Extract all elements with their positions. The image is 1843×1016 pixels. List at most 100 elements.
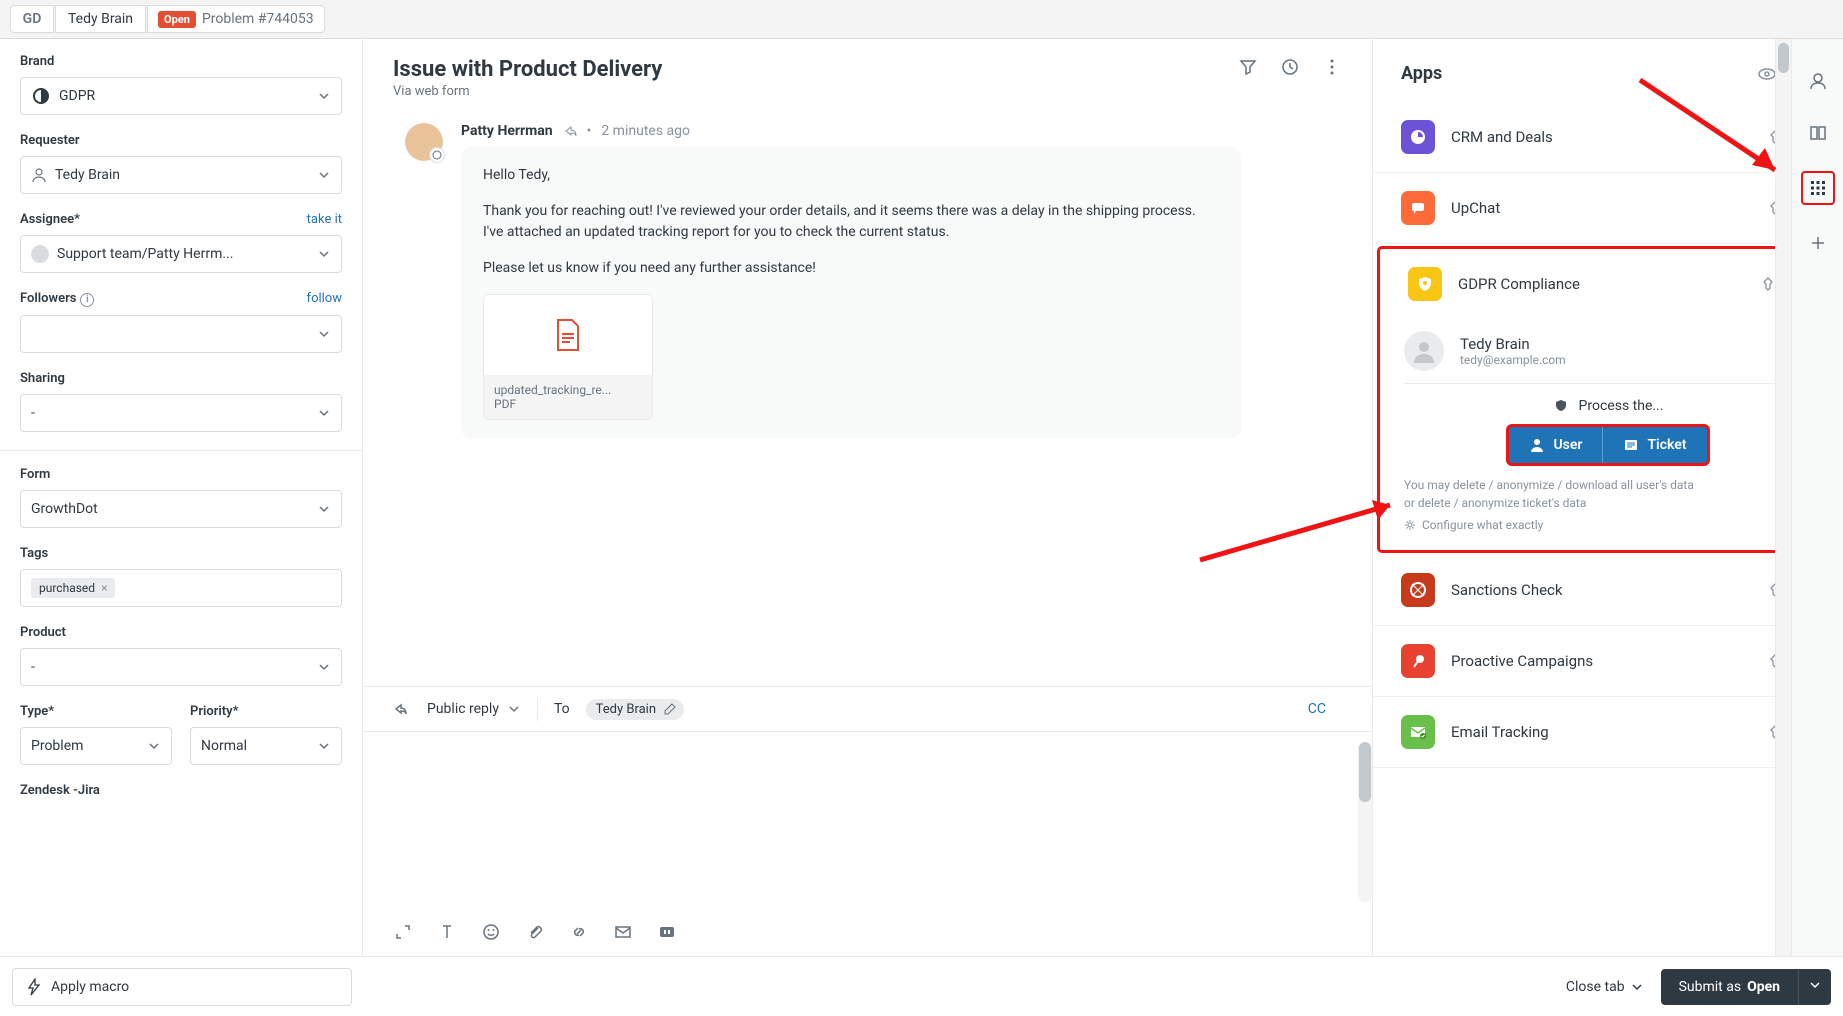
priority-value: Normal: [201, 738, 247, 754]
attachment[interactable]: updated_tracking_re... PDF: [483, 294, 653, 420]
recipient-chip[interactable]: Tedy Brain: [586, 699, 684, 720]
chevron-down-icon: [317, 502, 331, 516]
app-email-tracking[interactable]: Email Tracking: [1373, 697, 1843, 768]
sharing-label: Sharing: [20, 371, 342, 386]
customer-context-icon[interactable]: [1804, 67, 1832, 95]
reply-arrow-icon: [563, 124, 577, 138]
pin-icon[interactable]: [1760, 276, 1776, 292]
lightning-icon: [27, 978, 41, 996]
ticket-tab[interactable]: Open Problem #744053: [147, 5, 325, 33]
message-bubble: Hello Tedy, Thank you for reaching out! …: [461, 147, 1241, 438]
tag-remove-icon[interactable]: ×: [101, 581, 107, 595]
cc-button[interactable]: CC: [1308, 701, 1342, 717]
assignee-avatar: [31, 245, 49, 263]
app-name: Proactive Campaigns: [1451, 652, 1751, 670]
brand-select[interactable]: GDPR: [20, 77, 342, 115]
chevron-down-icon: [317, 660, 331, 674]
knowledge-icon[interactable]: [1804, 119, 1832, 147]
brand-logo-icon: [31, 86, 51, 106]
priority-label: Priority*: [190, 704, 342, 719]
type-select[interactable]: Problem: [20, 727, 172, 765]
app-gdpr[interactable]: GDPR Compliance: [1380, 249, 1836, 319]
apply-macro-button[interactable]: Apply macro: [12, 968, 352, 1006]
tags-input[interactable]: purchased×: [20, 569, 342, 607]
workspace-tab[interactable]: GD: [10, 5, 54, 33]
macro-label: Apply macro: [51, 979, 129, 995]
app-proactive[interactable]: Proactive Campaigns: [1373, 626, 1843, 697]
sharing-select[interactable]: -: [20, 394, 342, 432]
app-sanctions[interactable]: Sanctions Check: [1373, 555, 1843, 626]
email-icon[interactable]: [613, 922, 633, 942]
visibility-icon[interactable]: [1757, 64, 1777, 84]
message-time: 2 minutes ago: [601, 123, 690, 139]
shield-icon: [1553, 398, 1569, 414]
requester-value: Tedy Brain: [55, 167, 120, 183]
upchat-app-icon: [1401, 191, 1435, 225]
user-solid-icon: [1529, 437, 1545, 453]
add-panel-icon[interactable]: [1804, 229, 1832, 257]
form-value: GrowthDot: [31, 501, 98, 517]
filter-icon[interactable]: [1238, 57, 1258, 77]
conversation-pane: Issue with Product Delivery Via web form…: [363, 39, 1373, 956]
apps-panel: Apps CRM and Deals UpChat: [1373, 39, 1843, 956]
to-label: To: [554, 701, 570, 717]
form-select[interactable]: GrowthDot: [20, 490, 342, 528]
quote-icon[interactable]: [657, 922, 677, 942]
app-upchat[interactable]: UpChat: [1373, 173, 1843, 244]
sanctions-app-icon: [1401, 573, 1435, 607]
app-name: GDPR Compliance: [1458, 275, 1744, 293]
user-icon: [31, 167, 47, 183]
text-format-icon[interactable]: [437, 922, 457, 942]
apps-title: Apps: [1401, 63, 1442, 84]
gdpr-app-icon: [1408, 267, 1442, 301]
assignee-value: Support team/Patty Herrm...: [57, 246, 233, 262]
app-gdpr-panel: GDPR Compliance Tedy Brain tedy@example.…: [1377, 246, 1839, 553]
ticket-source: Via web form: [393, 84, 662, 99]
gdpr-ticket-button[interactable]: Ticket: [1602, 427, 1706, 463]
app-crm[interactable]: CRM and Deals: [1373, 102, 1843, 173]
recipient-name: Tedy Brain: [596, 702, 656, 717]
message-line: Thank you for reaching out! I've reviewe…: [483, 201, 1219, 244]
attachment-icon[interactable]: [525, 922, 545, 942]
author-avatar: [405, 123, 443, 161]
priority-select[interactable]: Normal: [190, 727, 342, 765]
gdpr-user-button[interactable]: User: [1509, 427, 1602, 463]
proactive-app-icon: [1401, 644, 1435, 678]
submit-dropdown[interactable]: [1798, 969, 1831, 1005]
gdpr-configure-link[interactable]: Configure what exactly: [1404, 516, 1812, 534]
status-badge: Open: [158, 11, 196, 28]
edit-icon[interactable]: [664, 703, 676, 715]
more-icon[interactable]: [1322, 57, 1342, 77]
assignee-select[interactable]: Support team/Patty Herrm...: [20, 235, 342, 273]
follow-link[interactable]: follow: [307, 291, 342, 306]
requester-select[interactable]: Tedy Brain: [20, 156, 342, 194]
product-select[interactable]: -: [20, 648, 342, 686]
tabs-bar: GD Tedy Brain Open Problem #744053: [0, 0, 1843, 39]
reply-type: Public reply: [427, 701, 499, 717]
apps-rail-icon[interactable]: [1801, 171, 1835, 205]
reply-out-icon: [393, 702, 411, 716]
message-line: Hello Tedy,: [483, 165, 1219, 187]
close-tab-button[interactable]: Close tab: [1566, 979, 1643, 995]
followers-select[interactable]: [20, 315, 342, 353]
chevron-down-icon: [317, 406, 331, 420]
submit-button[interactable]: Submit as Open: [1661, 969, 1798, 1005]
ticket-solid-icon: [1623, 437, 1639, 453]
tags-label: Tags: [20, 546, 342, 561]
attachment-name: updated_tracking_re...: [494, 383, 642, 397]
chevron-down-icon: [507, 702, 521, 716]
message-author[interactable]: Patty Herrman: [461, 123, 553, 139]
history-icon[interactable]: [1280, 57, 1300, 77]
emoji-icon[interactable]: [481, 922, 501, 942]
composer-textarea[interactable]: [363, 732, 1372, 912]
user-tab[interactable]: Tedy Brain: [55, 5, 146, 33]
assignee-label: Assignee*: [20, 212, 80, 227]
composer: Public reply To Tedy Brain CC: [363, 686, 1372, 956]
reply-type-dropdown[interactable]: Public reply: [427, 701, 521, 717]
expand-icon[interactable]: [393, 922, 413, 942]
scrollbar[interactable]: [1775, 39, 1791, 956]
product-value: -: [31, 659, 35, 675]
info-icon[interactable]: i: [80, 293, 94, 307]
link-icon[interactable]: [569, 922, 589, 942]
take-it-link[interactable]: take it: [307, 212, 342, 227]
